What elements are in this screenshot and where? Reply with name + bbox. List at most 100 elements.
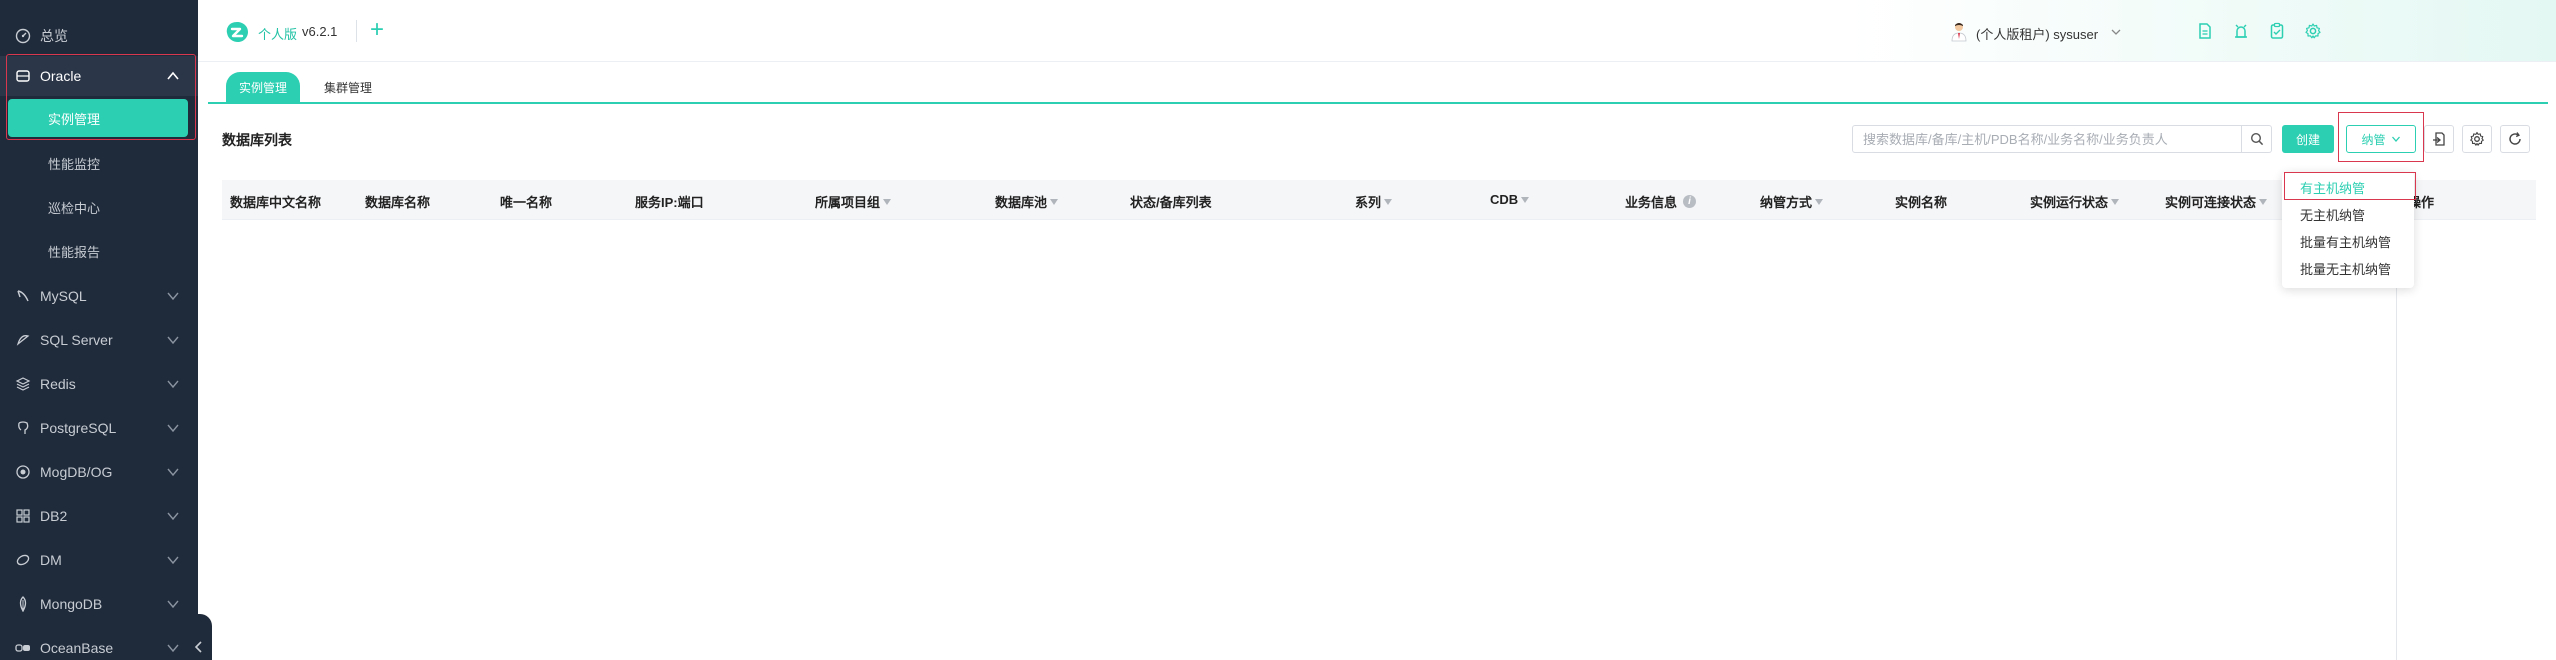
- clipboard-icon[interactable]: [2268, 22, 2286, 40]
- create-button[interactable]: 创建: [2282, 125, 2334, 153]
- column-header[interactable]: CDB: [1490, 192, 1530, 207]
- column-header: 实例名称: [1895, 195, 1948, 210]
- dm-icon: [14, 551, 32, 569]
- mogdb-icon: [14, 463, 32, 481]
- filter-icon: [2259, 198, 2268, 205]
- search-icon: [2250, 132, 2263, 146]
- chevron-left-icon: [194, 641, 202, 653]
- menu-item-host-manage[interactable]: 有主机纳管: [2282, 174, 2414, 200]
- menu-item-batch-hostless-manage[interactable]: 批量无主机纳管: [2282, 255, 2414, 281]
- alarm-icon[interactable]: [2232, 22, 2250, 40]
- column-header: 唯一名称: [500, 195, 553, 210]
- chevron-down-icon: [167, 644, 179, 653]
- stack-icon: [14, 375, 32, 393]
- sidebar-sub-instance-management[interactable]: 实例管理: [8, 99, 188, 137]
- filter-icon: [883, 198, 892, 205]
- gear-icon: [2470, 131, 2484, 146]
- logo-icon: [226, 22, 248, 42]
- sidebar-item-label: DB2: [40, 508, 68, 524]
- sqlserver-icon: [14, 331, 32, 349]
- sidebar-item-label: PostgreSQL: [40, 420, 117, 436]
- search-button[interactable]: [2242, 125, 2272, 153]
- sidebar-collapse-button[interactable]: [184, 614, 212, 660]
- sidebar-item-dm[interactable]: DM: [0, 540, 198, 580]
- column-header: 状态/备库列表: [1130, 195, 1212, 210]
- column-header: 数据库中文名称: [230, 195, 322, 210]
- column-settings-button[interactable]: [2462, 125, 2492, 153]
- chevron-down-icon[interactable]: [2110, 26, 2122, 38]
- sidebar-item-oracle[interactable]: Oracle: [0, 56, 198, 96]
- chevron-down-icon: [167, 600, 179, 609]
- sidebar-item-label: MongoDB: [40, 596, 103, 612]
- column-header: 数据库名称: [365, 195, 431, 210]
- list-title: 数据库列表: [222, 132, 292, 148]
- refresh-icon: [2509, 132, 2521, 145]
- dashboard-icon: [14, 27, 32, 45]
- sidebar: 总览 Oracle 实例管理 性能监控 巡检中心 性能报告 MySQL SQL …: [0, 0, 198, 660]
- dolphin-icon: [14, 287, 32, 305]
- table-header: 数据库中文名称 数据库名称 唯一名称 服务IP:端口 所属项目组 数据库池 状态…: [222, 180, 2536, 220]
- sidebar-item-redis[interactable]: Redis: [0, 364, 198, 404]
- sidebar-item-overview[interactable]: 总览: [0, 16, 198, 56]
- search-input[interactable]: [1852, 125, 2242, 153]
- grid-icon: [14, 507, 32, 525]
- chevron-down-icon: [167, 336, 179, 345]
- sidebar-sub-performance-monitor[interactable]: 性能监控: [0, 143, 198, 183]
- sidebar-item-label: Oracle: [40, 68, 82, 84]
- column-header[interactable]: 实例可连接状态: [2165, 192, 2268, 211]
- elephant-icon: [14, 419, 32, 437]
- user-name[interactable]: (个人版租户) sysuser: [1976, 24, 2098, 43]
- sidebar-item-postgresql[interactable]: PostgreSQL: [0, 408, 198, 448]
- refresh-button[interactable]: [2500, 125, 2530, 153]
- menu-item-batch-host-manage[interactable]: 批量有主机纳管: [2282, 228, 2414, 254]
- chevron-down-icon: [167, 512, 179, 521]
- sidebar-item-sqlserver[interactable]: SQL Server: [0, 320, 198, 360]
- chevron-down-icon: [2391, 136, 2400, 142]
- export-icon: [2433, 132, 2445, 146]
- add-button[interactable]: +: [370, 18, 384, 42]
- version-label: v6.2.1: [302, 24, 338, 39]
- sidebar-item-mysql[interactable]: MySQL: [0, 276, 198, 316]
- sidebar-sub-inspection-center[interactable]: 巡检中心: [0, 187, 198, 227]
- chevron-down-icon: [167, 424, 179, 433]
- column-header[interactable]: 所属项目组: [815, 192, 892, 211]
- document-icon[interactable]: [2196, 22, 2214, 40]
- sidebar-item-db2[interactable]: DB2: [0, 496, 198, 536]
- filter-icon: [1384, 198, 1393, 205]
- column-header[interactable]: 纳管方式: [1760, 192, 1824, 211]
- sidebar-item-label: MogDB/OG: [40, 464, 113, 480]
- tab-instance-management[interactable]: 实例管理: [226, 72, 300, 102]
- filter-icon: [2111, 198, 2120, 205]
- sidebar-item-mogdb[interactable]: MogDB/OG: [0, 452, 198, 492]
- edition-label: 个人版: [258, 27, 298, 42]
- column-header[interactable]: 实例运行状态: [2030, 192, 2120, 211]
- column-header: 服务IP:端口: [635, 195, 704, 210]
- tabs-underline: [208, 102, 2548, 104]
- export-button[interactable]: [2424, 125, 2454, 153]
- chevron-down-icon: [167, 556, 179, 565]
- sidebar-item-label: SQL Server: [40, 332, 113, 348]
- sidebar-sub-performance-report[interactable]: 性能报告: [0, 231, 198, 271]
- chevron-down-icon: [167, 468, 179, 477]
- menu-item-hostless-manage[interactable]: 无主机纳管: [2282, 201, 2414, 227]
- tab-cluster-management[interactable]: 集群管理: [310, 72, 386, 102]
- column-header[interactable]: 数据库池: [995, 192, 1059, 211]
- sidebar-item-label: 总览: [40, 28, 68, 44]
- avatar[interactable]: [1948, 20, 1970, 42]
- chevron-up-icon: [167, 71, 179, 80]
- filter-icon: [1050, 198, 1059, 205]
- column-header[interactable]: 系列: [1355, 192, 1393, 211]
- sidebar-item-oceanbase[interactable]: OceanBase: [0, 628, 198, 660]
- sidebar-item-label: DM: [40, 552, 62, 568]
- database-icon: [14, 67, 32, 85]
- sidebar-item-label: OceanBase: [40, 640, 114, 656]
- column-header: 业务信息 i: [1625, 192, 1697, 211]
- info-icon: i: [1683, 195, 1697, 208]
- oceanbase-icon: [14, 639, 32, 657]
- gear-icon[interactable]: [2304, 22, 2322, 40]
- sidebar-item-label: Redis: [40, 376, 76, 392]
- filter-icon: [1521, 196, 1530, 203]
- manage-dropdown-button[interactable]: 纳管: [2346, 125, 2416, 153]
- chevron-down-icon: [167, 380, 179, 389]
- sidebar-item-mongodb[interactable]: MongoDB: [0, 584, 198, 624]
